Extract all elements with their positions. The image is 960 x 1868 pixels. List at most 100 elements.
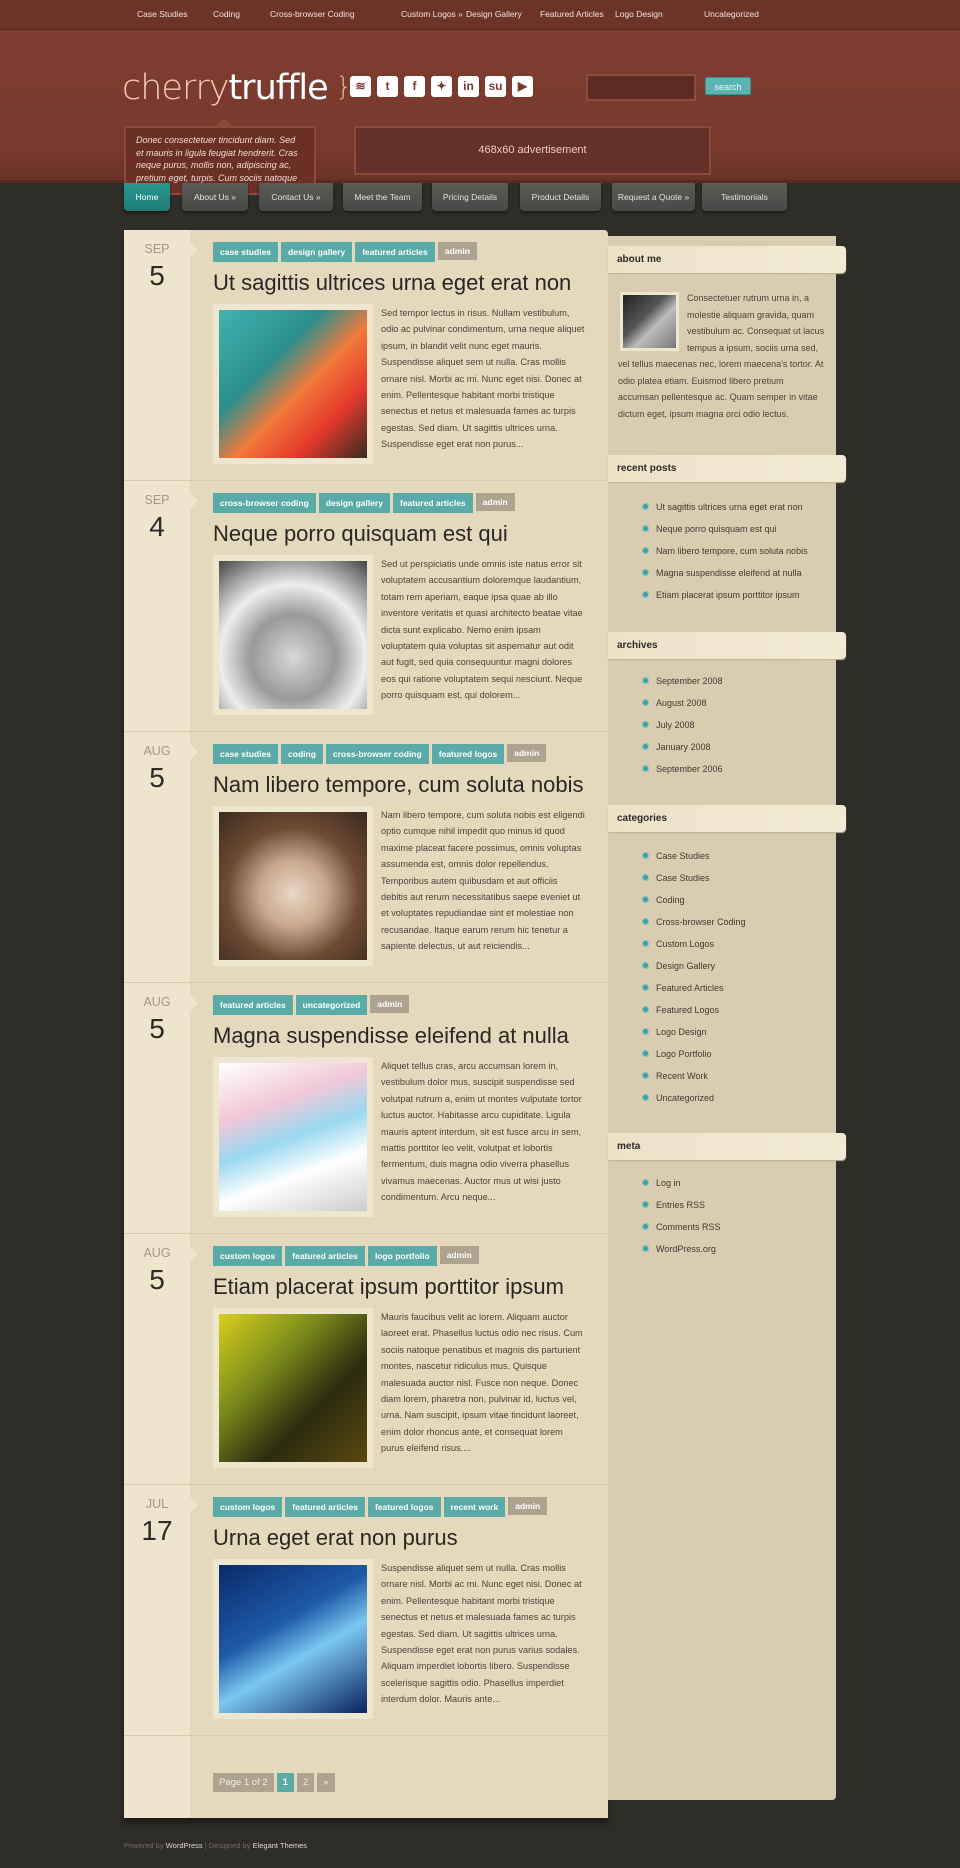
list-item[interactable]: July 2008 — [642, 719, 723, 741]
facebook-icon[interactable]: f — [404, 76, 425, 97]
list-item[interactable]: Design Gallery — [642, 960, 746, 982]
list-item[interactable]: Log in — [642, 1177, 721, 1199]
list-item[interactable]: Logo Design — [642, 1026, 746, 1048]
top-nav-item[interactable]: Coding — [213, 9, 240, 19]
author-tag[interactable]: admin — [475, 493, 515, 511]
author-tag[interactable]: admin — [507, 744, 547, 762]
list-item[interactable]: Coding — [642, 894, 746, 916]
list-item[interactable]: January 2008 — [642, 741, 723, 763]
search-input[interactable] — [586, 74, 696, 101]
list-item[interactable]: Recent Work — [642, 1070, 746, 1092]
author-tag[interactable]: admin — [439, 1246, 479, 1264]
list-item[interactable]: Logo Portfolio — [642, 1048, 746, 1070]
list-item[interactable]: Case Studies — [642, 850, 746, 872]
post-title[interactable]: Magna suspendisse eleifend at nulla — [213, 1024, 593, 1048]
list-item[interactable]: Magna suspendisse eleifend at nulla — [642, 567, 808, 589]
top-nav-item[interactable]: Featured Articles — [540, 9, 604, 19]
page-1-link[interactable]: 1 — [276, 1773, 294, 1792]
post-thumbnail[interactable] — [213, 1057, 373, 1217]
category-tag[interactable]: case studies — [213, 242, 279, 262]
list-item[interactable]: Cross-browser Coding — [642, 916, 746, 938]
post-title[interactable]: Nam libero tempore, cum soluta nobis — [213, 773, 593, 797]
list-item[interactable]: September 2008 — [642, 675, 723, 697]
top-nav-item[interactable]: Case Studies — [137, 9, 188, 19]
list-item[interactable]: August 2008 — [642, 697, 723, 719]
list-item[interactable]: September 2006 — [642, 763, 723, 785]
post-title[interactable]: Etiam placerat ipsum porttitor ipsum — [213, 1275, 593, 1299]
post-thumbnail[interactable] — [213, 1559, 373, 1719]
stumbleupon-icon[interactable]: su — [485, 76, 506, 97]
list-item[interactable]: Entries RSS — [642, 1199, 721, 1221]
list-item[interactable]: WordPress.org — [642, 1243, 721, 1265]
list-item[interactable]: Featured Logos — [642, 1004, 746, 1026]
search-button[interactable]: search — [705, 77, 751, 95]
list-item[interactable]: Neque porro quisquam est qui — [642, 523, 808, 545]
category-tag[interactable]: featured articles — [285, 1246, 365, 1266]
post-title[interactable]: Urna eget erat non purus — [213, 1526, 593, 1550]
author-tag[interactable]: admin — [508, 1497, 548, 1515]
nav-item[interactable]: About Us » — [182, 183, 248, 211]
list-item[interactable]: Uncategorized — [642, 1092, 746, 1114]
category-tag[interactable]: design gallery — [318, 493, 390, 513]
list-item[interactable]: Nam libero tempore, cum soluta nobis — [642, 545, 808, 567]
pagination: Page 1 of 2 1 2 » — [213, 1773, 335, 1792]
post-thumbnail[interactable] — [213, 555, 373, 715]
elegant-themes-link[interactable]: Elegant Themes — [253, 1841, 307, 1850]
category-tag[interactable]: design gallery — [281, 242, 353, 262]
post-thumbnail[interactable] — [213, 806, 373, 966]
category-tag[interactable]: coding — [281, 744, 323, 764]
category-tag[interactable]: featured articles — [213, 995, 293, 1015]
post: SEP 5 case studies design gallery featured a… — [124, 230, 608, 481]
youtube-icon[interactable]: ▶ — [512, 76, 533, 97]
category-tag[interactable]: featured logos — [431, 744, 505, 764]
category-tag[interactable]: uncategorized — [295, 995, 368, 1015]
category-tag[interactable]: custom logos — [213, 1246, 283, 1266]
category-tag[interactable]: featured logos — [367, 1497, 441, 1517]
category-tag[interactable]: featured articles — [285, 1497, 365, 1517]
category-tag[interactable]: custom logos — [213, 1497, 283, 1517]
top-nav-item[interactable]: Cross-browser Coding — [270, 9, 355, 19]
logo-brace: } — [335, 72, 353, 102]
nav-item[interactable]: Request a Quote » — [612, 183, 695, 211]
post-thumbnail[interactable] — [213, 1308, 373, 1468]
category-tag[interactable]: featured articles — [392, 493, 473, 513]
next-page-link[interactable]: » — [317, 1773, 335, 1792]
post-thumbnail[interactable] — [213, 304, 373, 464]
nav-item[interactable]: Home — [124, 183, 170, 211]
linkedin-icon[interactable]: in — [458, 76, 479, 97]
category-tag[interactable]: featured articles — [355, 242, 435, 262]
post-title[interactable]: Ut sagittis ultrices urna eget erat non — [213, 271, 593, 295]
nav-item[interactable]: Meet the Team — [343, 183, 422, 211]
top-nav-item[interactable]: Uncategorized — [704, 9, 759, 19]
nav-item[interactable]: Testimonials — [702, 183, 787, 211]
logo[interactable]: cherrytruffle} — [122, 68, 353, 108]
twitter-icon[interactable]: t — [377, 76, 398, 97]
footer: Powered by WordPress | Designed by Elega… — [124, 1841, 307, 1850]
top-nav-item[interactable]: Logo Design — [615, 9, 663, 19]
category-tag[interactable]: cross-browser coding — [213, 493, 316, 513]
wordpress-link[interactable]: WordPress — [166, 1841, 203, 1850]
list-item[interactable]: Ut sagittis ultrices urna eget erat non — [642, 501, 808, 523]
category-tag[interactable]: recent work — [443, 1497, 506, 1517]
post-title[interactable]: Neque porro quisquam est qui — [213, 522, 593, 546]
list-item[interactable]: Comments RSS — [642, 1221, 721, 1243]
advertisement-banner[interactable]: 468x60 advertisement — [354, 126, 711, 175]
post-month: AUG — [143, 995, 171, 1009]
nav-item[interactable]: Pricing Details — [432, 183, 508, 211]
rss-icon[interactable]: ≋ — [350, 76, 371, 97]
list-item[interactable]: Custom Logos — [642, 938, 746, 960]
list-item[interactable]: Featured Articles — [642, 982, 746, 1004]
top-nav-item[interactable]: Design Gallery — [466, 9, 522, 19]
category-tag[interactable]: logo portfolio — [367, 1246, 437, 1266]
page-2-link[interactable]: 2 — [296, 1773, 315, 1792]
list-item[interactable]: Case Studies — [642, 872, 746, 894]
category-tag[interactable]: case studies — [213, 744, 279, 764]
author-tag[interactable]: admin — [437, 242, 477, 260]
category-tag[interactable]: cross-browser coding — [325, 744, 429, 764]
nav-item[interactable]: Product Details — [520, 183, 601, 211]
list-item[interactable]: Etiam placerat ipsum porttitor ipsum — [642, 589, 808, 611]
author-tag[interactable]: admin — [370, 995, 410, 1013]
delicious-icon[interactable]: ✦ — [431, 76, 452, 97]
top-nav-item[interactable]: Custom Logos » — [401, 9, 463, 19]
nav-item[interactable]: Contact Us » — [259, 183, 333, 211]
